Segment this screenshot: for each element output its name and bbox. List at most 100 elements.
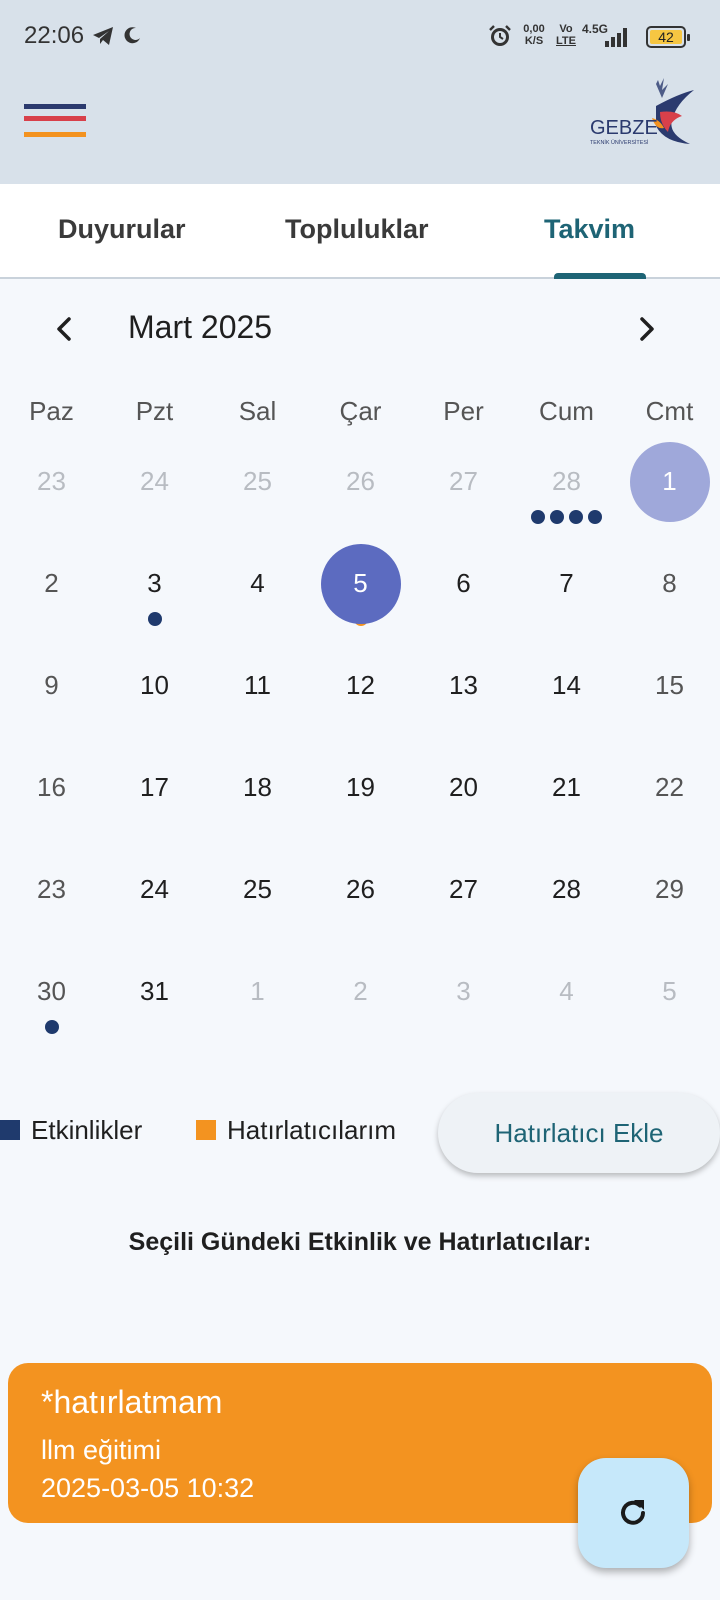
calendar-day[interactable]: 25	[206, 444, 309, 548]
battery-level: 42	[658, 29, 674, 45]
calendar-day[interactable]: 21	[515, 750, 618, 854]
calendar-day[interactable]: 12	[309, 648, 412, 752]
weekday-label: Cum	[539, 396, 594, 426]
calendar-day[interactable]: 3	[412, 954, 515, 1058]
logo-emblem-icon: GEBZE TEKNİK ÜNİVERSİTESİ	[590, 78, 694, 146]
tab-duyurular[interactable]: Duyurular	[58, 214, 186, 245]
calendar-day[interactable]: 1	[618, 442, 720, 548]
day-number: 27	[449, 466, 478, 496]
calendar-day[interactable]: 27	[412, 444, 515, 548]
calendar-day[interactable]: 11	[206, 648, 309, 752]
calendar-day[interactable]: 4	[515, 954, 618, 1058]
calendar-day[interactable]: 2	[0, 546, 103, 650]
prev-month-button[interactable]	[40, 298, 90, 360]
day-number: 15	[655, 670, 684, 700]
day-number: 28	[552, 466, 581, 496]
hamburger-icon-line-middle	[24, 116, 86, 121]
day-number: 4	[559, 976, 574, 1006]
day-number: 30	[37, 976, 66, 1006]
calendar-day[interactable]: 3	[103, 546, 206, 650]
status-bar: 22:06 0,00 K/S Vo LTE 4.5G 42	[0, 0, 720, 72]
day-number: 6	[456, 568, 471, 598]
day-number: 10	[140, 670, 169, 700]
day-number: 25	[243, 874, 272, 904]
calendar-day[interactable]: 24	[103, 852, 206, 956]
calendar-day[interactable]: 8	[618, 546, 720, 650]
menu-button[interactable]	[24, 104, 86, 144]
calendar-day[interactable]: 31	[103, 954, 206, 1058]
alarm-icon	[488, 24, 512, 53]
logo-text: GEBZE	[590, 117, 658, 139]
calendar-day[interactable]: 15	[618, 648, 720, 752]
day-number: 23	[37, 466, 66, 496]
calendar-day[interactable]: 7	[515, 546, 618, 650]
calendar-day[interactable]: 1	[206, 954, 309, 1058]
reminder-datetime: 2025-03-05 10:32	[41, 1473, 255, 1503]
day-number: 31	[140, 976, 169, 1006]
calendar-day[interactable]: 29	[618, 852, 720, 956]
day-number: 20	[449, 772, 478, 802]
day-number: 8	[662, 568, 677, 598]
month-title: Mart 2025	[128, 309, 273, 345]
calendar-day[interactable]: 9	[0, 648, 103, 752]
status-time: 22:06	[24, 22, 85, 49]
hamburger-icon-line-bottom	[24, 132, 86, 137]
calendar-day[interactable]: 23	[0, 444, 103, 548]
day-number: 12	[346, 670, 375, 700]
calendar-day[interactable]: 26	[309, 852, 412, 956]
calendar-day[interactable]: 20	[412, 750, 515, 854]
day-number: 4	[250, 568, 265, 598]
calendar-day[interactable]: 5	[309, 544, 412, 650]
calendar-day[interactable]: 28	[515, 852, 618, 956]
selected-day-title: Seçili Gündeki Etkinlik ve Hatırlatıcıla…	[128, 1228, 592, 1256]
volte-bottom: LTE	[556, 35, 576, 47]
add-reminder-button[interactable]: Hatırlatıcı Ekle	[438, 1093, 720, 1173]
event-dot	[147, 612, 162, 626]
day-number: 7	[559, 568, 574, 598]
calendar-day[interactable]: 27	[412, 852, 515, 956]
day-markers	[103, 612, 206, 626]
event-dot	[569, 510, 583, 524]
calendar-day[interactable]: 25	[206, 852, 309, 956]
day-number: 1	[662, 466, 677, 496]
calendar-day[interactable]: 17	[103, 750, 206, 854]
refresh-button[interactable]	[578, 1458, 689, 1568]
event-dot	[531, 510, 545, 524]
day-number: 22	[655, 772, 684, 802]
battery-icon: 42	[646, 26, 690, 48]
calendar-day[interactable]: 28	[515, 444, 618, 548]
calendar-day[interactable]: 2	[309, 954, 412, 1058]
tab-topluluklar[interactable]: Topluluklar	[285, 214, 429, 245]
calendar-day[interactable]: 10	[103, 648, 206, 752]
university-logo: GEBZE TEKNİK ÜNİVERSİTESİ	[590, 76, 706, 156]
day-number: 21	[552, 772, 581, 802]
calendar-day[interactable]: 4	[206, 546, 309, 650]
weekday-label: Paz	[29, 396, 74, 426]
calendar-day[interactable]: 22	[618, 750, 720, 854]
day-number: 13	[449, 670, 478, 700]
calendar-day[interactable]: 6	[412, 546, 515, 650]
tab-takvim[interactable]: Takvim	[544, 214, 635, 245]
calendar-day[interactable]: 16	[0, 750, 103, 854]
events-legend-swatch	[0, 1120, 20, 1140]
calendar-day[interactable]: 24	[103, 444, 206, 548]
calendar-day[interactable]: 18	[206, 750, 309, 854]
weekday-label: Per	[443, 396, 484, 426]
calendar-day[interactable]: 5	[618, 954, 720, 1058]
next-month-button[interactable]	[621, 298, 671, 360]
tab-indicator	[554, 273, 646, 279]
calendar-day[interactable]: 23	[0, 852, 103, 956]
calendar-day[interactable]: 19	[309, 750, 412, 854]
day-number: 16	[37, 772, 66, 802]
net-speed-unit: K/S	[524, 35, 544, 47]
net-speed-value: 0,00	[523, 23, 545, 35]
day-number: 17	[140, 772, 169, 802]
weekday-label: Sal	[238, 396, 277, 426]
day-number: 9	[44, 670, 59, 700]
day-number: 11	[244, 670, 271, 700]
event-dot	[588, 510, 602, 524]
calendar-day[interactable]: 30	[0, 954, 103, 1058]
calendar-day[interactable]: 13	[412, 648, 515, 752]
calendar-day[interactable]: 14	[515, 648, 618, 752]
calendar-day[interactable]: 26	[309, 444, 412, 548]
